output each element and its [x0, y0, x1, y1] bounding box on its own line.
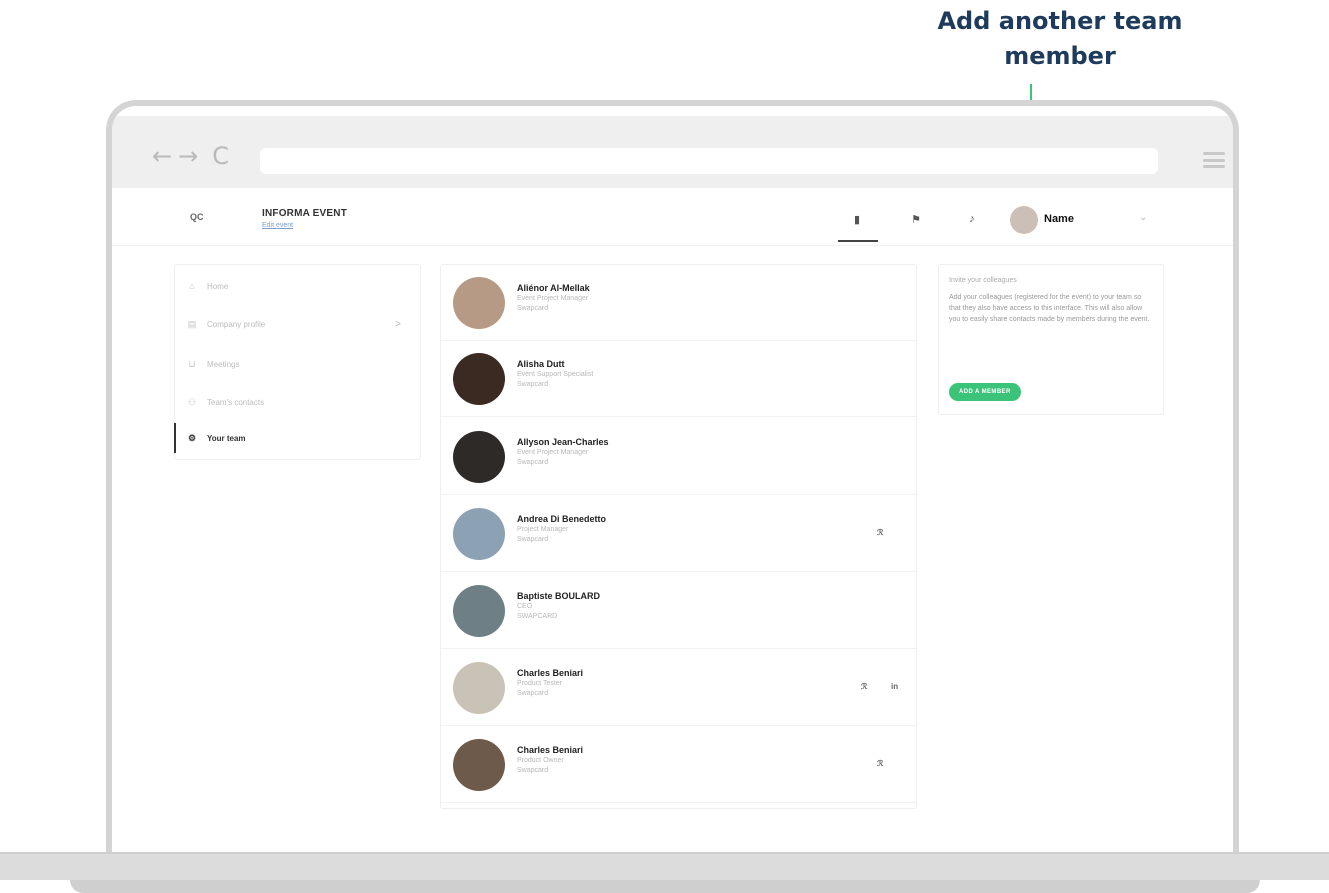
member-name: Charles Beniari [517, 745, 584, 755]
list-item[interactable]: Alisha Dutt Event Support Specialist Swa… [441, 341, 916, 417]
building-icon[interactable]: ▮ [850, 212, 864, 226]
sidebar-item-home[interactable]: ⌂ Home [187, 281, 409, 291]
list-item[interactable]: Charles Beniari Product Owner Swapcard ℛ [441, 727, 916, 803]
edit-event-link[interactable]: Edit event [262, 222, 293, 229]
invite-colleagues-card: Invite your colleagues Add your colleagu… [938, 264, 1164, 415]
active-item-indicator [174, 423, 176, 453]
sidebar-item-label: Team's contacts [207, 398, 265, 407]
member-name: Allyson Jean-Charles [517, 437, 609, 447]
sidebar-item-label: Company profile [207, 320, 266, 329]
meetings-icon: ⊔ [188, 359, 196, 369]
chevron-down-icon[interactable]: ⌄ [1139, 212, 1147, 223]
avatar [453, 739, 505, 791]
flag-icon[interactable]: ⚑ [909, 212, 923, 226]
company-icon: ▤ [187, 319, 197, 329]
list-item[interactable]: Charles Beniari Product Tester Swapcard … [441, 650, 916, 726]
member-company: Swapcard [517, 381, 549, 388]
team-member-list: Aliénor Al-Mellak Event Project Manager … [440, 264, 917, 809]
callout-title-line1: Add another team [937, 7, 1183, 35]
member-role: Product Owner [517, 757, 564, 764]
contacts-icon: ⚇ [187, 397, 197, 407]
avatar [453, 431, 505, 483]
sidebar: ⌂ Home ▤ Company profile > ⊔ Meetings ⚇ … [174, 264, 421, 460]
avatar [453, 662, 505, 714]
contacts-icon[interactable]: ℛ [877, 759, 883, 768]
sidebar-item-label: Meetings [207, 360, 240, 369]
member-role: Product Tester [517, 680, 563, 687]
member-company: Swapcard [517, 536, 549, 543]
event-title: INFORMA EVENT [262, 208, 348, 219]
member-name: Baptiste BOULARD [517, 591, 601, 601]
home-icon: ⌂ [189, 281, 195, 291]
callout-title: Add another team member [920, 4, 1200, 74]
member-company: Swapcard [517, 690, 549, 697]
member-role: Event Project Manager [517, 295, 589, 302]
sidebar-item-teams-contacts[interactable]: ⚇ Team's contacts [187, 397, 409, 408]
member-name: Charles Beniari [517, 668, 584, 678]
bell-icon[interactable]: ♪ [965, 212, 979, 226]
contacts-icon[interactable]: ℛ [861, 682, 867, 691]
list-item[interactable]: Baptiste BOULARD CEO SWAPCARD [441, 573, 916, 649]
app-header: QC INFORMA EVENT Edit event ▮ ⚑ ♪ Name ⌄ [112, 188, 1233, 246]
browser-nav: ← → C [152, 142, 229, 170]
laptop-base-bottom [70, 880, 1260, 893]
avatar [453, 585, 505, 637]
browser-toolbar: ← → C [112, 116, 1233, 188]
member-company: Swapcard [517, 305, 549, 312]
reload-icon[interactable]: C [212, 142, 229, 170]
sidebar-item-company-profile[interactable]: ▤ Company profile > [187, 319, 409, 330]
member-role: Event Project Manager [517, 449, 589, 456]
invite-title: Invite your colleagues [949, 277, 1017, 284]
sidebar-item-label: Your team [207, 434, 246, 443]
back-arrow-icon[interactable]: ← [152, 142, 172, 170]
member-role: Event Support Specialist [517, 371, 594, 378]
member-name: Aliénor Al-Mellak [517, 283, 590, 293]
add-member-button[interactable]: ADD A MEMBER [949, 383, 1021, 401]
sidebar-item-your-team[interactable]: ⚙ Your team [187, 433, 409, 444]
team-icon: ⚙ [187, 433, 197, 443]
member-role: CEO [517, 603, 533, 610]
laptop-base [0, 852, 1329, 880]
member-name: Andrea Di Benedetto [517, 514, 607, 524]
callout-title-line2: member [1004, 42, 1116, 70]
invite-description: Add your colleagues (registered for the … [949, 294, 1150, 323]
avatar [453, 353, 505, 405]
address-bar[interactable] [260, 148, 1158, 174]
member-role: Project Manager [517, 526, 569, 533]
contacts-icon[interactable]: ℛ [877, 528, 883, 537]
member-name: Alisha Dutt [517, 359, 565, 369]
user-avatar[interactable] [1010, 206, 1038, 234]
menu-icon[interactable] [1203, 152, 1225, 168]
forward-arrow-icon[interactable]: → [178, 142, 198, 170]
list-item[interactable]: Allyson Jean-Charles Event Project Manag… [441, 419, 916, 495]
avatar [453, 508, 505, 560]
member-company: SWAPCARD [517, 613, 558, 620]
active-tab-indicator [838, 240, 878, 242]
list-item[interactable]: Andrea Di Benedetto Project Manager Swap… [441, 496, 916, 572]
member-company: Swapcard [517, 459, 549, 466]
list-item[interactable]: Aliénor Al-Mellak Event Project Manager … [441, 265, 916, 341]
chevron-right-icon: > [395, 319, 401, 330]
sidebar-item-meetings[interactable]: ⊔ Meetings [187, 359, 409, 370]
user-name[interactable]: Name [1044, 213, 1074, 225]
member-company: Swapcard [517, 767, 549, 774]
avatar [453, 277, 505, 329]
laptop-screen: ← → C QC INFORMA EVENT Edit event ▮ ⚑ ♪ … [106, 100, 1239, 870]
sidebar-item-label: Home [207, 281, 229, 291]
app-logo[interactable]: QC [190, 212, 204, 222]
linkedin-icon[interactable]: in [891, 682, 898, 691]
